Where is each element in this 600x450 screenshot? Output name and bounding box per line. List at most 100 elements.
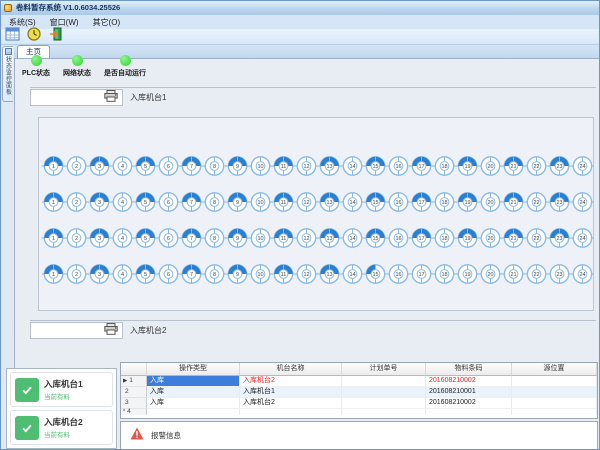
slot-10[interactable]: 10 bbox=[249, 191, 272, 213]
slot-4[interactable]: 4 bbox=[111, 191, 134, 213]
slot-15[interactable]: 15 bbox=[364, 227, 387, 249]
slot-12[interactable]: 12 bbox=[295, 263, 318, 285]
table-cell[interactable] bbox=[512, 387, 597, 398]
slot-22[interactable]: 22 bbox=[525, 263, 548, 285]
slot-14[interactable]: 14 bbox=[341, 155, 364, 177]
slot-21[interactable]: 21 bbox=[502, 227, 525, 249]
table-cell[interactable] bbox=[342, 398, 426, 409]
slot-12[interactable]: 12 bbox=[295, 227, 318, 249]
slot-22[interactable]: 22 bbox=[525, 227, 548, 249]
table-cell[interactable]: 入库机台1 bbox=[240, 387, 342, 398]
slot-22[interactable]: 22 bbox=[525, 191, 548, 213]
col-header[interactable]: 机台名称 bbox=[240, 363, 342, 376]
slot-7[interactable]: 7 bbox=[180, 227, 203, 249]
table-cell[interactable]: 入库 bbox=[147, 387, 240, 398]
machine1-card[interactable]: 入库机台1 当前有料 bbox=[10, 372, 113, 407]
slot-16[interactable]: 16 bbox=[387, 263, 410, 285]
slot-11[interactable]: 11 bbox=[272, 263, 295, 285]
slot-13[interactable]: 13 bbox=[318, 227, 341, 249]
menu-window[interactable]: 窗口(W) bbox=[50, 17, 79, 28]
slot-12[interactable]: 12 bbox=[295, 191, 318, 213]
slot-21[interactable]: 21 bbox=[502, 263, 525, 285]
slot-1[interactable]: 1 bbox=[42, 191, 65, 213]
slot-3[interactable]: 3 bbox=[88, 155, 111, 177]
table-cell[interactable] bbox=[512, 409, 597, 415]
slot-17[interactable]: 17 bbox=[410, 155, 433, 177]
slot-11[interactable]: 11 bbox=[272, 155, 295, 177]
slot-2[interactable]: 2 bbox=[65, 155, 88, 177]
col-header[interactable]: 物料条码 bbox=[426, 363, 512, 376]
col-header[interactable]: 计划单号 bbox=[342, 363, 426, 376]
col-header[interactable]: 源位置 bbox=[512, 363, 597, 376]
slot-7[interactable]: 7 bbox=[180, 155, 203, 177]
slot-8[interactable]: 8 bbox=[203, 227, 226, 249]
table-cell[interactable]: 201608210002 bbox=[426, 376, 512, 387]
slot-5[interactable]: 5 bbox=[134, 191, 157, 213]
table-cell[interactable] bbox=[512, 376, 597, 387]
slot-18[interactable]: 18 bbox=[433, 227, 456, 249]
slot-5[interactable]: 5 bbox=[134, 227, 157, 249]
slot-16[interactable]: 16 bbox=[387, 191, 410, 213]
slot-10[interactable]: 10 bbox=[249, 155, 272, 177]
table-cell[interactable]: 入库机台2 bbox=[240, 376, 342, 387]
table-cell[interactable] bbox=[342, 409, 426, 415]
row-header[interactable]: ▶1 bbox=[121, 376, 147, 387]
slot-6[interactable]: 6 bbox=[157, 227, 180, 249]
slot-3[interactable]: 3 bbox=[88, 263, 111, 285]
slot-14[interactable]: 14 bbox=[341, 191, 364, 213]
slot-3[interactable]: 3 bbox=[88, 191, 111, 213]
slot-16[interactable]: 16 bbox=[387, 155, 410, 177]
slot-6[interactable]: 6 bbox=[157, 263, 180, 285]
slot-24[interactable]: 24 bbox=[571, 155, 594, 177]
slot-2[interactable]: 2 bbox=[65, 191, 88, 213]
slot-1[interactable]: 1 bbox=[42, 263, 65, 285]
slot-14[interactable]: 14 bbox=[341, 227, 364, 249]
slot-21[interactable]: 21 bbox=[502, 155, 525, 177]
table-cell[interactable]: 入库机台2 bbox=[240, 398, 342, 409]
slot-24[interactable]: 24 bbox=[571, 227, 594, 249]
slot-9[interactable]: 9 bbox=[226, 227, 249, 249]
slot-4[interactable]: 4 bbox=[111, 227, 134, 249]
slot-14[interactable]: 14 bbox=[341, 263, 364, 285]
slot-1[interactable]: 1 bbox=[42, 227, 65, 249]
slot-5[interactable]: 5 bbox=[134, 155, 157, 177]
slot-19[interactable]: 19 bbox=[456, 191, 479, 213]
exit-button[interactable] bbox=[47, 29, 65, 44]
slot-19[interactable]: 19 bbox=[456, 155, 479, 177]
slot-8[interactable]: 8 bbox=[203, 191, 226, 213]
row-header[interactable]: *4 bbox=[121, 409, 147, 415]
slot-22[interactable]: 22 bbox=[525, 155, 548, 177]
slot-9[interactable]: 9 bbox=[226, 155, 249, 177]
slot-20[interactable]: 20 bbox=[479, 263, 502, 285]
slot-4[interactable]: 4 bbox=[111, 263, 134, 285]
slot-9[interactable]: 9 bbox=[226, 263, 249, 285]
table-cell[interactable] bbox=[426, 409, 512, 415]
table-cell[interactable] bbox=[512, 398, 597, 409]
slot-15[interactable]: 15 bbox=[364, 191, 387, 213]
slot-8[interactable]: 8 bbox=[203, 155, 226, 177]
slot-21[interactable]: 21 bbox=[502, 191, 525, 213]
table-cell[interactable] bbox=[342, 376, 426, 387]
clock-button[interactable] bbox=[25, 29, 43, 44]
slot-23[interactable]: 23 bbox=[548, 155, 571, 177]
slot-2[interactable]: 2 bbox=[65, 227, 88, 249]
slot-20[interactable]: 20 bbox=[479, 155, 502, 177]
machine2-print-button[interactable] bbox=[30, 322, 123, 339]
table-cell[interactable]: 入库 bbox=[147, 376, 240, 387]
table-cell[interactable]: 201608210001 bbox=[426, 387, 512, 398]
slot-24[interactable]: 24 bbox=[571, 263, 594, 285]
table-cell[interactable] bbox=[240, 409, 342, 415]
side-panel-tab[interactable]: 状态监控面板 bbox=[2, 46, 13, 102]
slot-3[interactable]: 3 bbox=[88, 227, 111, 249]
slot-17[interactable]: 17 bbox=[410, 191, 433, 213]
slot-5[interactable]: 5 bbox=[134, 263, 157, 285]
slot-2[interactable]: 2 bbox=[65, 263, 88, 285]
slot-15[interactable]: 15 bbox=[364, 155, 387, 177]
slot-9[interactable]: 9 bbox=[226, 191, 249, 213]
slot-11[interactable]: 11 bbox=[272, 227, 295, 249]
slot-23[interactable]: 23 bbox=[548, 191, 571, 213]
slot-18[interactable]: 18 bbox=[433, 263, 456, 285]
slot-13[interactable]: 13 bbox=[318, 263, 341, 285]
slot-17[interactable]: 17 bbox=[410, 263, 433, 285]
slot-19[interactable]: 19 bbox=[456, 227, 479, 249]
